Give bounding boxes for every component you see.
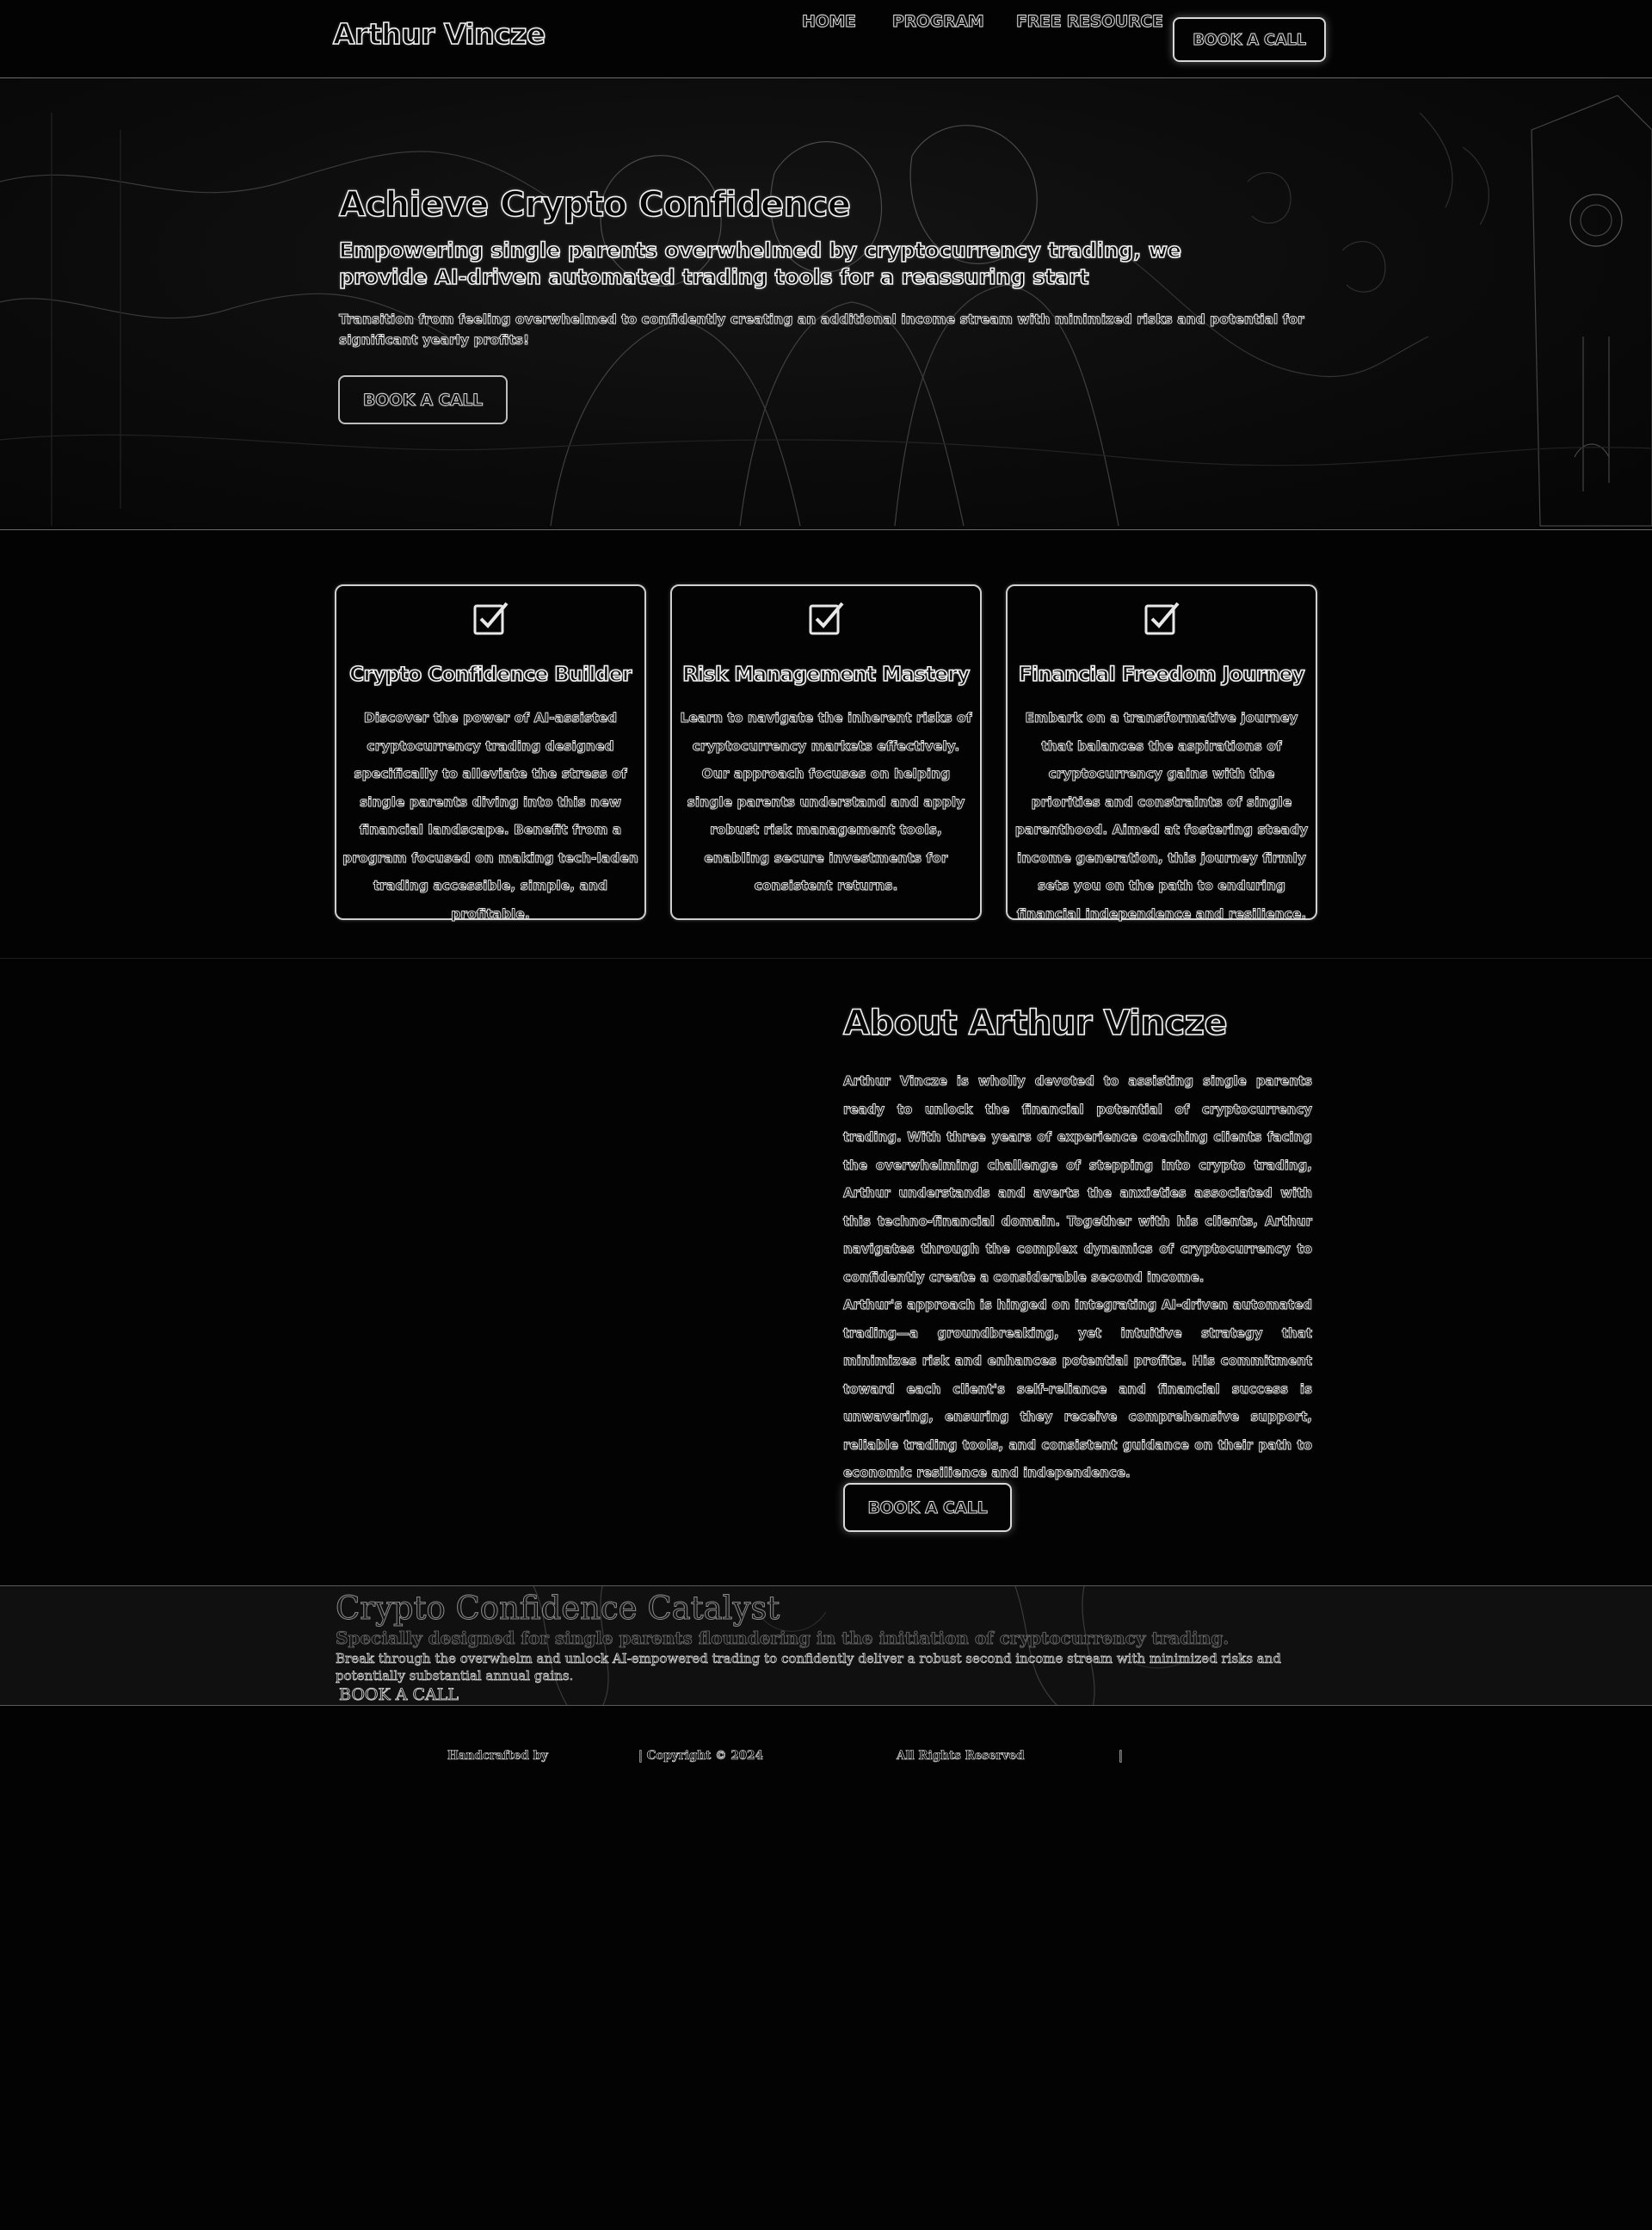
site-footer: Handcrafted by | Copyright © 2024 All Ri… xyxy=(0,1739,1652,1773)
feature-card-text: Embark on a transformative journey that … xyxy=(1014,710,1309,922)
catalyst-subtitle: Specially designed for single parents fl… xyxy=(336,1628,1230,1649)
footer-rights: All Rights Reserved xyxy=(897,1749,1025,1764)
hero-background-image xyxy=(0,95,1652,527)
hero-book-call-button[interactable]: BOOK A CALL xyxy=(338,375,508,424)
feature-card-text: Discover the power of AI-assisted crypto… xyxy=(342,710,639,922)
checkbox-icon xyxy=(473,602,509,635)
footer-separator: | xyxy=(1119,1749,1124,1764)
feature-card-financial-freedom: Financial Freedom Journey Embark on a tr… xyxy=(1006,584,1317,922)
about-title: About Arthur Vincze xyxy=(842,1003,1228,1044)
footer-copyright: | Copyright © 2024 xyxy=(638,1749,763,1764)
nav-program[interactable]: PROGRAM xyxy=(892,12,985,32)
feature-card-title: Crypto Confidence Builder xyxy=(348,663,632,687)
feature-card-title: Financial Freedom Journey xyxy=(1018,663,1305,687)
footer-handcrafted: Handcrafted by xyxy=(447,1749,549,1764)
header-book-call-button[interactable]: BOOK A CALL xyxy=(1173,17,1326,62)
catalyst-book-call-link[interactable]: BOOK A CALL xyxy=(339,1685,459,1705)
feature-card-confidence-builder: Crypto Confidence Builder Discover the p… xyxy=(335,584,646,922)
hero-title: Achieve Crypto Confidence xyxy=(338,184,852,225)
checkbox-icon xyxy=(1144,602,1180,635)
checkbox-icon xyxy=(809,602,844,635)
about-text: Arthur Vincze is wholly devoted to assis… xyxy=(843,1067,1313,1487)
hero-section: Achieve Crypto Confidence Empowering sin… xyxy=(0,78,1652,530)
nav-home[interactable]: HOME xyxy=(802,12,857,32)
site-header: Arthur Vincze HOME PROGRAM FREE RESOURCE… xyxy=(0,0,1652,78)
section-divider xyxy=(0,958,1652,959)
about-book-call-button[interactable]: BOOK A CALL xyxy=(843,1483,1012,1532)
about-paragraph: Arthur's approach is hinged on integrati… xyxy=(843,1297,1313,1481)
feature-card-risk-management: Risk Management Mastery Learn to navigat… xyxy=(670,584,982,920)
hero-subtitle: Empowering single parents overwhelmed by… xyxy=(338,238,1182,290)
feature-card-text: Learn to navigate the inherent risks of … xyxy=(680,710,972,894)
catalyst-description: Break through the overwhelm and unlock A… xyxy=(336,1651,1282,1684)
catalyst-title: Crypto Confidence Catalyst xyxy=(335,1590,780,1628)
about-paragraph: Arthur Vincze is wholly devoted to assis… xyxy=(843,1073,1313,1285)
catalyst-section: Crypto Confidence Catalyst Specially des… xyxy=(0,1585,1652,1706)
nav-free-resource[interactable]: FREE RESOURCE xyxy=(1016,12,1164,32)
hero-description: Transition from feeling overwhelmed to c… xyxy=(339,312,1305,349)
feature-card-title: Risk Management Mastery xyxy=(681,663,971,687)
site-logo[interactable]: Arthur Vincze xyxy=(332,16,546,52)
